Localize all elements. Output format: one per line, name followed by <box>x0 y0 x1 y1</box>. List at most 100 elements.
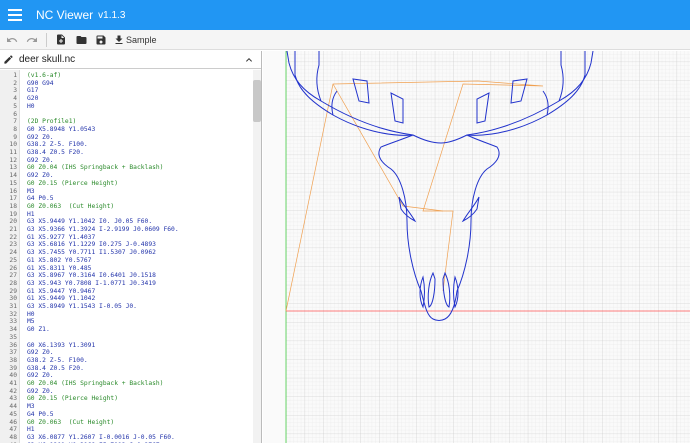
code-line[interactable]: 4 G20 <box>0 95 250 103</box>
line-number: 47 <box>9 426 17 434</box>
code-line[interactable]: 27 G3 X5.8967 Y0.3164 I0.6401 J0.1518 <box>0 272 250 280</box>
code-line[interactable]: 11 G38.4 Z0.5 F20. <box>0 149 250 157</box>
code-line[interactable]: 26 G1 X5.8311 Y0.485 <box>0 265 250 273</box>
line-text: (v1.6-af) <box>27 72 62 79</box>
code-line[interactable]: 44 M3 <box>0 403 250 411</box>
line-number: 28 <box>9 279 17 287</box>
code-line[interactable]: 32 H0 <box>0 311 250 319</box>
code-line[interactable]: 29 G1 X5.9447 Y0.9467 <box>0 288 250 296</box>
line-number: 41 <box>9 380 17 387</box>
code-line[interactable]: 10 G38.2 Z-5. F100. <box>0 141 250 149</box>
app-title: NC Viewer <box>36 8 94 22</box>
new-file-icon[interactable] <box>51 31 71 49</box>
code-line[interactable]: 43 G0 Z0.15 (Pierce Height) <box>0 395 250 403</box>
code-line[interactable]: 14 G92 Z0. <box>0 172 250 180</box>
code-line[interactable]: 13 G0 Z0.04 (IHS Springback + Backlash) <box>0 164 250 172</box>
code-line[interactable]: 36 G0 X6.1393 Y1.3091 <box>0 342 250 350</box>
line-text: G3 X5.9366 Y1.3924 I-2.9199 J0.0609 F60. <box>27 226 179 233</box>
line-text: H0 <box>27 310 35 318</box>
code-line[interactable]: 33 M5 <box>0 318 250 326</box>
code-line[interactable]: 24 G3 X5.7455 Y0.7711 I1.5307 J0.0962 <box>0 249 250 257</box>
line-number: 26 <box>9 264 17 272</box>
undo-icon[interactable] <box>2 31 22 49</box>
code-line[interactable]: 18 G0 Z0.063 (Cut Height) <box>0 203 250 211</box>
sample-button[interactable]: Sample <box>113 34 157 46</box>
line-number: 42 <box>9 387 17 395</box>
folder-icon[interactable] <box>71 31 91 49</box>
line-text: G3 X5.8967 Y0.3164 I0.6401 J0.1518 <box>27 272 156 280</box>
scrollbar-thumb[interactable] <box>253 80 261 122</box>
line-number: 40 <box>9 372 17 380</box>
line-number: 17 <box>9 195 17 203</box>
code-line[interactable]: 41 G0 Z0.04 (IHS Springback + Backlash) <box>0 380 250 388</box>
code-line[interactable]: 38 G38.2 Z-5. F100. <box>0 357 250 365</box>
code-line[interactable]: 15 G0 Z0.15 (Pierce Height) <box>0 180 250 188</box>
line-text: G92 Z0. <box>27 172 54 180</box>
code-line[interactable]: 39 G38.4 Z0.5 F20. <box>0 365 250 373</box>
line-text: G92 Z0. <box>27 372 54 380</box>
line-text: G4 P0.5 <box>27 195 54 203</box>
code-line[interactable]: 2 G90 G94 <box>0 80 250 88</box>
line-text: G3 X5.9449 Y1.1042 I0. J0.05 F60. <box>27 218 153 226</box>
code-line[interactable]: 9 G92 Z0. <box>0 134 250 142</box>
toolpath-canvas[interactable] <box>263 51 690 443</box>
code-line[interactable]: 31 G3 X5.8949 Y1.1543 I-0.05 J0. <box>0 303 250 311</box>
code-line[interactable]: 17 G4 P0.5 <box>0 195 250 203</box>
line-number: 32 <box>9 310 17 318</box>
code-line[interactable]: 8 G0 X5.8948 Y1.0543 <box>0 126 250 134</box>
code-line[interactable]: 7 (2D Profile1) <box>0 118 250 126</box>
code-line[interactable]: 19 H1 <box>0 211 250 219</box>
code-line[interactable]: 48 G3 X6.0877 Y1.2607 I-0.0016 J-0.05 F60… <box>0 434 250 442</box>
code-line[interactable]: 5 H0 <box>0 103 250 111</box>
code-line[interactable]: 30 G1 X5.9449 Y1.1042 <box>0 295 250 303</box>
line-number: 14 <box>9 172 17 180</box>
line-number: 19 <box>9 210 17 218</box>
code-line[interactable]: 22 G1 X5.9277 Y1.4037 <box>0 234 250 242</box>
code-line[interactable]: 46 G0 Z0.063 (Cut Height) <box>0 419 250 427</box>
line-text: G1 X5.9449 Y1.1042 <box>27 295 96 303</box>
save-icon[interactable] <box>91 31 111 49</box>
code-line[interactable]: 1 (v1.6-af) <box>0 72 250 80</box>
code-line[interactable]: 40 G92 Z0. <box>0 372 250 380</box>
code-line[interactable]: 3 G17 <box>0 87 250 95</box>
line-number: 27 <box>9 272 17 280</box>
line-text: G0 Z0.15 (Pierce Height) <box>27 395 118 403</box>
code-line[interactable]: 45 G4 P0.5 <box>0 411 250 419</box>
menu-icon[interactable] <box>0 0 30 30</box>
code-line[interactable]: 16 M3 <box>0 188 250 196</box>
redo-icon[interactable] <box>22 31 42 49</box>
scrollbar-track[interactable] <box>253 70 261 443</box>
code-editor[interactable]: 1 (v1.6-af) 2 G90 G94 3 G17 4 G20 5 H0 6 7 (2D Profi… <box>0 70 262 443</box>
code-line[interactable]: 25 G1 X5.802 Y0.5767 <box>0 257 250 265</box>
line-number: 21 <box>9 226 17 233</box>
chevron-up-icon[interactable] <box>243 54 255 66</box>
line-number: 43 <box>9 395 17 403</box>
edit-icon[interactable] <box>3 54 14 65</box>
line-text: G92 Z0. <box>27 133 54 141</box>
line-number: 35 <box>9 333 17 341</box>
line-number: 12 <box>9 156 17 164</box>
line-number: 38 <box>9 356 17 364</box>
code-line[interactable]: 21 G3 X5.9366 Y1.3924 I-2.9199 J0.0609 F6… <box>0 226 250 234</box>
code-line[interactable]: 47 H1 <box>0 426 250 434</box>
line-text: G1 X5.8311 Y0.485 <box>27 264 92 272</box>
code-line[interactable]: 37 G92 Z0. <box>0 349 250 357</box>
line-text: G38.4 Z0.5 F20. <box>27 364 84 372</box>
line-text: G17 <box>27 87 39 95</box>
code-line[interactable]: 42 G92 Z0. <box>0 388 250 396</box>
toolpath-view[interactable] <box>263 51 690 443</box>
line-number: 9 <box>13 133 17 141</box>
code-line[interactable]: 23 G3 X5.6816 Y1.1229 I0.275 J-0.4893 <box>0 241 250 249</box>
line-text: G38.2 Z-5. F100. <box>27 141 88 149</box>
toolbar-divider <box>46 32 47 47</box>
code-line[interactable]: 34 G0 Z1. <box>0 326 250 334</box>
line-text: G3 X6.0877 Y1.2607 I-0.0016 J-0.05 F60. <box>27 433 175 441</box>
code-line[interactable]: 35 <box>0 334 250 342</box>
line-text: M5 <box>27 318 35 326</box>
code-line[interactable]: 20 G3 X5.9449 Y1.1042 I0. J0.05 F60. <box>0 218 250 226</box>
toolbar: Sample <box>0 30 690 50</box>
code-line[interactable]: 12 G92 Z0. <box>0 157 250 165</box>
code-line[interactable]: 6 <box>0 111 250 119</box>
code-line[interactable]: 28 G3 X5.943 Y0.7808 I-1.0771 J0.3419 <box>0 280 250 288</box>
line-number: 44 <box>9 403 17 411</box>
